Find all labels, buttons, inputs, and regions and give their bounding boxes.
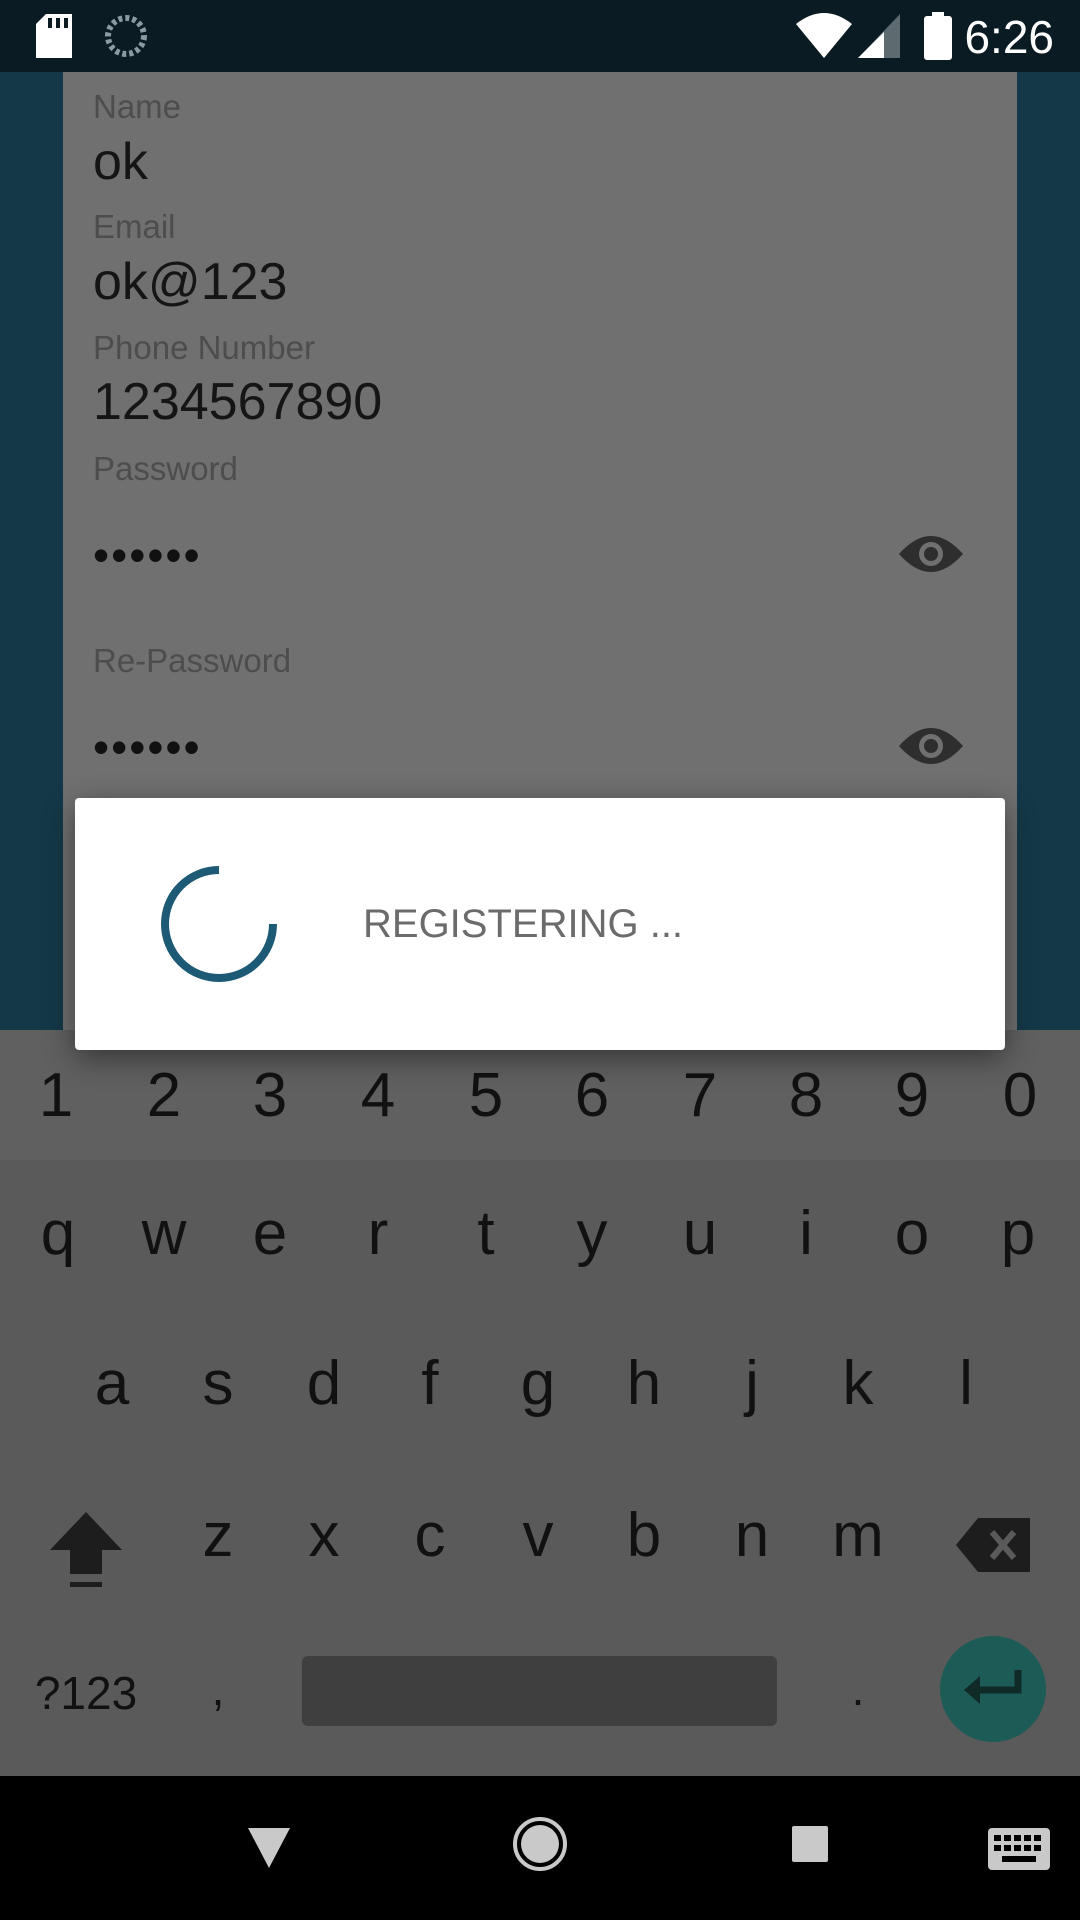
comma-key[interactable]: ,	[178, 1662, 258, 1716]
key-e[interactable]: e	[230, 1198, 310, 1269]
key-2[interactable]: 2	[124, 1060, 204, 1131]
key-c[interactable]: c	[390, 1500, 470, 1571]
status-bar: 6:26	[0, 0, 1080, 72]
key-b[interactable]: b	[604, 1500, 684, 1571]
sd-card-icon	[36, 14, 72, 58]
battery-icon	[924, 12, 952, 60]
progress-dialog: REGISTERING ...	[75, 798, 1005, 1050]
key-t[interactable]: t	[446, 1198, 526, 1269]
home-icon[interactable]	[512, 1816, 568, 1872]
key-j[interactable]: j	[712, 1348, 792, 1419]
key-f[interactable]: f	[390, 1348, 470, 1419]
key-4[interactable]: 4	[338, 1060, 418, 1131]
period-key[interactable]: .	[818, 1662, 898, 1716]
repassword-field[interactable]: ••••••	[93, 720, 202, 774]
key-h[interactable]: h	[604, 1348, 684, 1419]
space-bar[interactable]	[302, 1656, 777, 1726]
back-icon[interactable]	[248, 1828, 290, 1868]
keyboard-icon[interactable]	[988, 1828, 1050, 1870]
eye-icon[interactable]	[897, 532, 965, 576]
backspace-icon[interactable]	[956, 1518, 1030, 1572]
key-u[interactable]: u	[660, 1198, 740, 1269]
key-x[interactable]: x	[284, 1500, 364, 1571]
name-label: Name	[93, 88, 182, 125]
navigation-bar	[0, 1776, 1080, 1920]
recents-icon[interactable]	[792, 1826, 828, 1862]
key-9[interactable]: 9	[872, 1060, 952, 1131]
eye-icon[interactable]	[897, 724, 965, 768]
key-s[interactable]: s	[178, 1348, 258, 1419]
key-6[interactable]: 6	[552, 1060, 632, 1131]
email-field[interactable]: ok@123	[93, 252, 287, 312]
key-i[interactable]: i	[766, 1198, 846, 1269]
password-label: Password	[93, 450, 238, 487]
name-field[interactable]: ok	[93, 132, 148, 192]
key-r[interactable]: r	[338, 1198, 418, 1269]
dialog-message: REGISTERING ...	[363, 902, 684, 946]
signal-icon	[858, 14, 900, 58]
key-p[interactable]: p	[978, 1198, 1058, 1269]
symbols-key[interactable]: ?123	[26, 1666, 146, 1720]
key-5[interactable]: 5	[446, 1060, 526, 1131]
key-q[interactable]: q	[18, 1198, 98, 1269]
key-1[interactable]: 1	[16, 1060, 96, 1131]
key-k[interactable]: k	[818, 1348, 898, 1419]
key-a[interactable]: a	[72, 1348, 152, 1419]
key-0[interactable]: 0	[980, 1060, 1060, 1131]
phone-label: Phone Number	[93, 329, 315, 366]
repassword-label: Re-Password	[93, 642, 292, 679]
key-d[interactable]: d	[284, 1348, 364, 1419]
key-w[interactable]: w	[124, 1198, 204, 1269]
password-field[interactable]: ••••••	[93, 528, 202, 582]
key-7[interactable]: 7	[660, 1060, 740, 1131]
wifi-icon	[796, 13, 852, 58]
key-3[interactable]: 3	[230, 1060, 310, 1131]
shift-icon[interactable]	[48, 1510, 124, 1590]
sync-icon	[105, 15, 147, 57]
key-y[interactable]: y	[552, 1198, 632, 1269]
key-g[interactable]: g	[498, 1348, 578, 1419]
enter-icon	[964, 1670, 1022, 1704]
key-n[interactable]: n	[712, 1500, 792, 1571]
key-8[interactable]: 8	[766, 1060, 846, 1131]
status-time: 6:26	[964, 11, 1054, 63]
key-m[interactable]: m	[818, 1500, 898, 1571]
key-z[interactable]: z	[178, 1500, 258, 1571]
email-label: Email	[93, 208, 176, 245]
phone-field[interactable]: 1234567890	[93, 372, 382, 432]
key-v[interactable]: v	[498, 1500, 578, 1571]
loading-spinner-icon	[161, 866, 277, 982]
key-l[interactable]: l	[926, 1348, 1006, 1419]
enter-button[interactable]	[940, 1636, 1046, 1742]
key-o[interactable]: o	[872, 1198, 952, 1269]
soft-keyboard: 1 2 3 4 5 6 7 8 9 0 q w e r t y u i o p …	[0, 1030, 1080, 1776]
